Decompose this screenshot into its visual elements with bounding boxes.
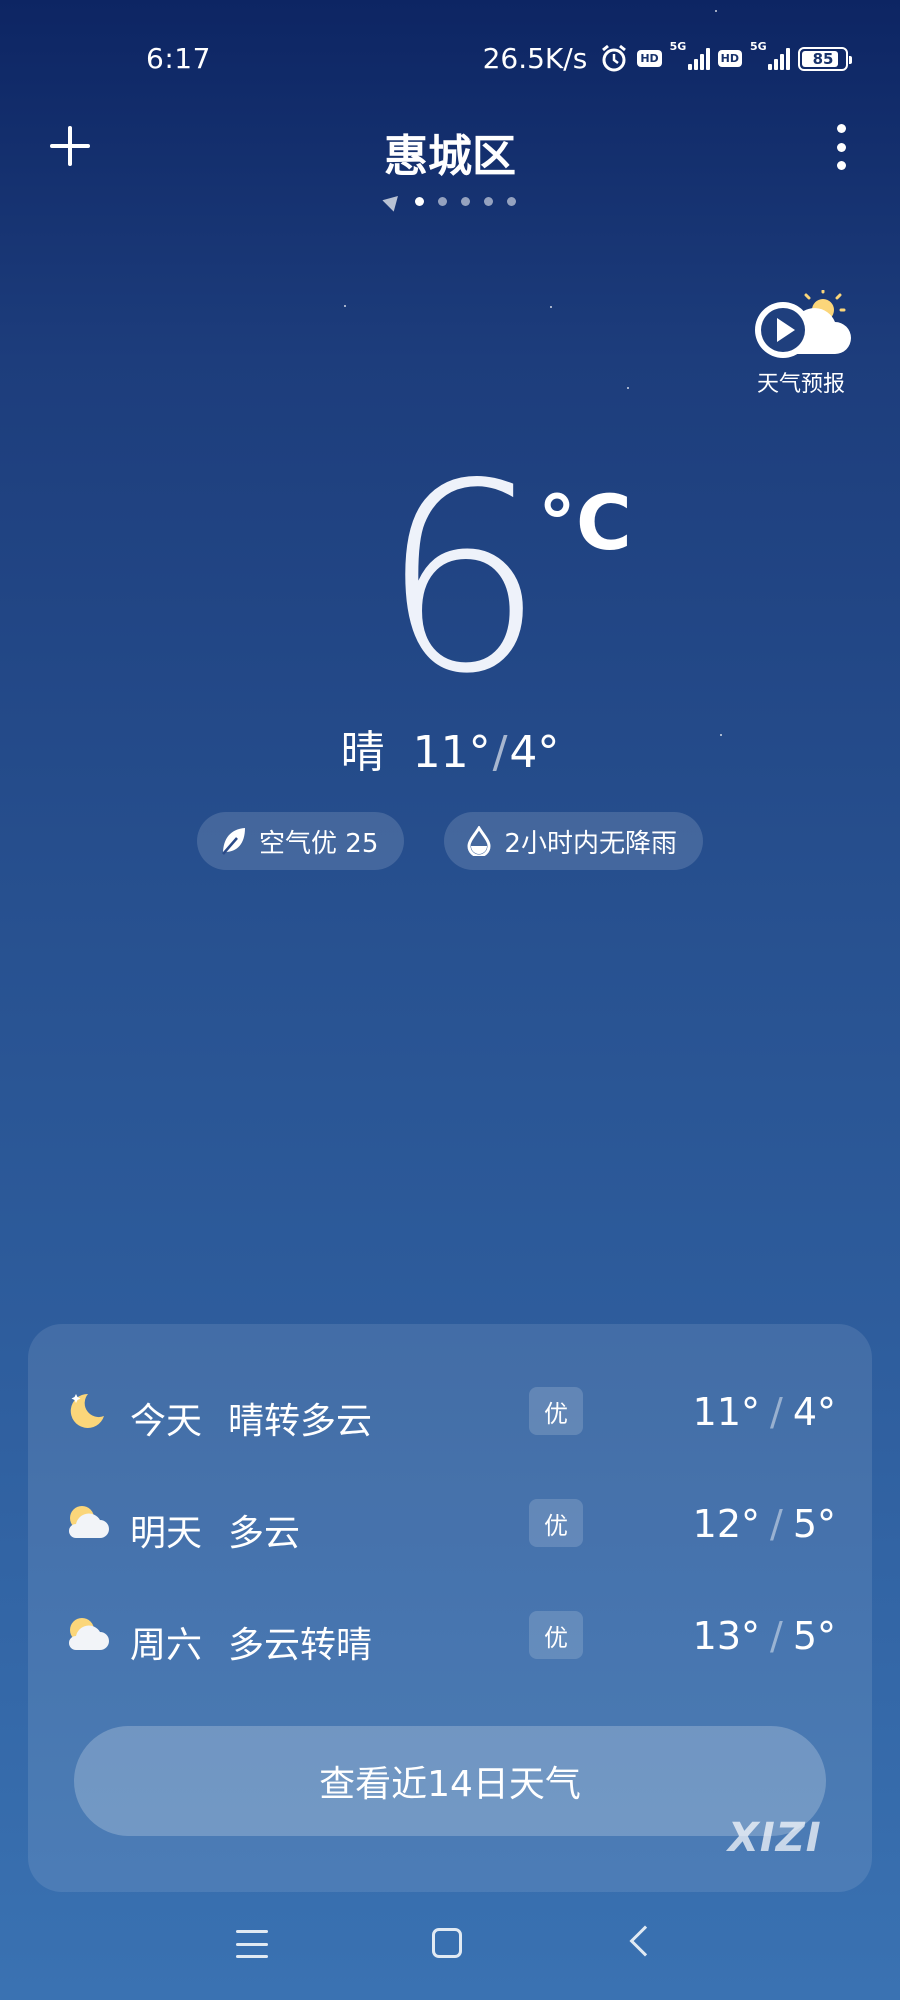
partly-cloudy-icon xyxy=(69,1618,109,1650)
page-dot xyxy=(437,196,447,206)
star xyxy=(715,10,717,12)
air-quality-text: 空气优 25 xyxy=(259,828,379,859)
weather-forecast-label: 天气预报 xyxy=(756,372,845,397)
city-title: 惠城区 xyxy=(384,131,516,182)
forecast-row-tomorrow[interactable]: 明天 多云 优 12°/5° xyxy=(28,1482,872,1562)
status-time: 6:17 xyxy=(146,42,211,75)
forecast-low: 5° xyxy=(792,1502,836,1546)
current-summary: 晴 11°/4° xyxy=(340,727,560,778)
air-quality-chip[interactable]: 空气优 25 xyxy=(197,812,405,870)
hd-badge: HD xyxy=(717,50,742,67)
network-speed: 26.5K/s xyxy=(482,42,588,75)
view-14-day-button[interactable]: 查看近14日天气 xyxy=(74,1726,826,1836)
forecast-condition: 多云 xyxy=(228,1513,301,1554)
current-low: 4° xyxy=(509,727,560,778)
hd-badge: HD xyxy=(637,50,662,67)
status-bar: 6:17 26.5K/s HD 5G HD 5G 85 xyxy=(0,38,900,82)
back-button[interactable] xyxy=(629,1925,661,1957)
forecast-row-saturday[interactable]: 周六 多云转晴 优 13°/5° xyxy=(28,1594,872,1674)
more-options-button[interactable] xyxy=(826,124,856,170)
forecast-low: 4° xyxy=(792,1390,836,1434)
leaf-icon xyxy=(222,828,246,855)
current-temperature: 6 xyxy=(380,429,545,731)
forecast-row-today[interactable]: 今天 晴转多云 优 11°/4° xyxy=(28,1370,872,1450)
star xyxy=(627,387,629,389)
forecast-temps: 13°/5° xyxy=(692,1614,836,1658)
forecast-day: 明天 xyxy=(130,1513,203,1554)
moon-icon xyxy=(70,1393,104,1428)
page-dot xyxy=(483,196,493,206)
signal-icon: 5G xyxy=(670,40,710,70)
forecast-low: 5° xyxy=(792,1614,836,1658)
forecast-temps: 12°/5° xyxy=(692,1502,836,1546)
star xyxy=(550,306,552,308)
aqi-badge: 优 xyxy=(529,1611,583,1659)
status-icons: 26.5K/s HD 5G HD 5G 85 xyxy=(482,40,852,75)
temperature-unit: °C xyxy=(538,478,632,567)
forecast-high: 13° xyxy=(692,1614,760,1658)
forecast-temps: 11°/4° xyxy=(692,1390,836,1434)
page-dot xyxy=(414,196,424,206)
partly-cloudy-icon xyxy=(69,1506,109,1538)
current-high: 11° xyxy=(412,727,491,778)
aqi-badge: 优 xyxy=(529,1499,583,1547)
5g-label: 5G xyxy=(669,39,687,53)
city-page-indicator xyxy=(0,190,900,212)
page-dot xyxy=(460,196,470,206)
current-condition: 晴 xyxy=(340,727,385,778)
star xyxy=(344,305,346,307)
home-button[interactable] xyxy=(432,1928,462,1958)
forecast-day: 今天 xyxy=(130,1401,203,1442)
alarm-icon xyxy=(602,44,627,71)
forecast-day: 周六 xyxy=(130,1625,203,1666)
5g-label: 5G xyxy=(750,39,767,53)
signal-icon: 5G xyxy=(750,40,790,70)
location-arrow-icon xyxy=(381,190,404,212)
watermark: XIZI xyxy=(728,1815,822,1861)
recent-apps-button[interactable] xyxy=(236,1930,268,1958)
battery-percent: 85 xyxy=(812,49,834,68)
water-drop-icon xyxy=(467,826,491,856)
forecast-high: 12° xyxy=(692,1502,760,1546)
page-dot xyxy=(506,196,516,206)
forecast-condition: 多云转晴 xyxy=(228,1625,373,1666)
battery-icon: 85 xyxy=(798,46,852,71)
rain-forecast-text: 2小时内无降雨 xyxy=(504,828,677,859)
navigation-bar xyxy=(0,1920,900,1970)
forecast-card: 今天 晴转多云 优 11°/4° 明天 多云 优 12°/5° 周六 多云转晴 … xyxy=(28,1324,872,1892)
forecast-high: 11° xyxy=(692,1390,760,1434)
info-chips: 空气优 25 2小时内无降雨 xyxy=(0,812,900,870)
forecast-condition: 晴转多云 xyxy=(228,1401,373,1442)
weather-forecast-video-button[interactable]: 天气预报 xyxy=(746,290,856,398)
play-cloud-icon xyxy=(755,290,851,358)
rain-forecast-chip[interactable]: 2小时内无降雨 xyxy=(444,812,703,870)
aqi-badge: 优 xyxy=(529,1387,583,1435)
